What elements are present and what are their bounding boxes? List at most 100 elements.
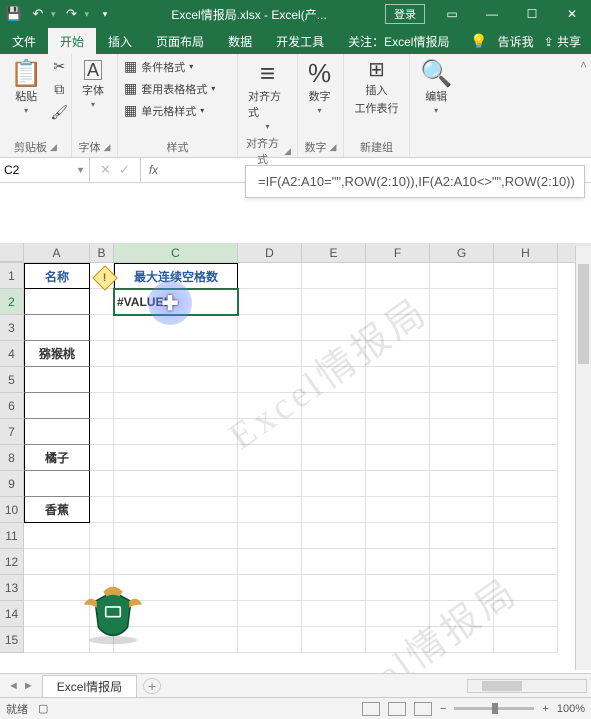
- row-header[interactable]: 1: [0, 263, 24, 289]
- cell-E9[interactable]: [302, 471, 366, 497]
- cell-A3[interactable]: [24, 315, 90, 341]
- sheet-tab[interactable]: Excel情报局: [42, 675, 137, 697]
- row-header[interactable]: 4: [0, 341, 24, 367]
- cell-G8[interactable]: [430, 445, 494, 471]
- cell-A8[interactable]: 橘子: [24, 445, 90, 471]
- col-header[interactable]: H: [494, 243, 558, 262]
- cell-G2[interactable]: [430, 289, 494, 315]
- tab-data[interactable]: 数据: [216, 28, 264, 54]
- cell-D11[interactable]: [238, 523, 302, 549]
- login-button[interactable]: 登录: [385, 4, 425, 24]
- cell-D12[interactable]: [238, 549, 302, 575]
- cell-D3[interactable]: [238, 315, 302, 341]
- cell-E14[interactable]: [302, 601, 366, 627]
- col-header[interactable]: D: [238, 243, 302, 262]
- tab-custom[interactable]: 关注：Excel情报局: [336, 28, 461, 54]
- cell-G1[interactable]: [430, 263, 494, 289]
- cell-B9[interactable]: [90, 471, 114, 497]
- cell-B4[interactable]: [90, 341, 114, 367]
- row-header[interactable]: 11: [0, 523, 24, 549]
- cell-E10[interactable]: [302, 497, 366, 523]
- number-button[interactable]: % 数字 ▾: [304, 58, 335, 117]
- cell-style-button[interactable]: ▦单元格样式 ▾: [124, 102, 204, 119]
- normal-view-icon[interactable]: [362, 702, 380, 716]
- cell-F7[interactable]: [366, 419, 430, 445]
- cell-G15[interactable]: [430, 627, 494, 653]
- cell-D2[interactable]: [238, 289, 302, 315]
- ribbon-options-icon[interactable]: ▭: [433, 0, 471, 28]
- cell-H5[interactable]: [494, 367, 558, 393]
- col-header[interactable]: G: [430, 243, 494, 262]
- cell-B10[interactable]: [90, 497, 114, 523]
- cell-A7[interactable]: [24, 419, 90, 445]
- cut-icon[interactable]: ✂: [53, 58, 65, 75]
- row-header[interactable]: 14: [0, 601, 24, 627]
- cell-H2[interactable]: [494, 289, 558, 315]
- cell-E11[interactable]: [302, 523, 366, 549]
- cell-A11[interactable]: [24, 523, 90, 549]
- cell-F13[interactable]: [366, 575, 430, 601]
- col-header[interactable]: A: [24, 243, 90, 262]
- cell-G10[interactable]: [430, 497, 494, 523]
- share-button[interactable]: ⇪ 共享: [544, 33, 581, 50]
- horizontal-scrollbar[interactable]: [467, 679, 587, 693]
- cell-A10[interactable]: 香蕉: [24, 497, 90, 523]
- cell-G7[interactable]: [430, 419, 494, 445]
- sheet-nav-prev-icon[interactable]: ◄: [8, 680, 19, 692]
- cell-C7[interactable]: [114, 419, 238, 445]
- cell-F1[interactable]: [366, 263, 430, 289]
- row-header[interactable]: 5: [0, 367, 24, 393]
- name-box-input[interactable]: [4, 163, 64, 177]
- conditional-format-button[interactable]: ▦条件格式 ▾: [124, 58, 193, 75]
- cell-F2[interactable]: [366, 289, 430, 315]
- cell-H11[interactable]: [494, 523, 558, 549]
- cell-F4[interactable]: [366, 341, 430, 367]
- qat-more-icon[interactable]: ▾: [97, 6, 113, 22]
- undo-icon[interactable]: ↶: [30, 6, 46, 22]
- cell-D8[interactable]: [238, 445, 302, 471]
- cancel-formula-icon[interactable]: ✕: [100, 162, 111, 178]
- dialog-launcher-icon[interactable]: ◢: [330, 142, 337, 153]
- cell-E12[interactable]: [302, 549, 366, 575]
- cell-E5[interactable]: [302, 367, 366, 393]
- cell-G5[interactable]: [430, 367, 494, 393]
- cell-F11[interactable]: [366, 523, 430, 549]
- cell-G11[interactable]: [430, 523, 494, 549]
- cell-E8[interactable]: [302, 445, 366, 471]
- cell-C5[interactable]: [114, 367, 238, 393]
- row-header[interactable]: 6: [0, 393, 24, 419]
- name-box[interactable]: ▼: [0, 158, 90, 182]
- dialog-launcher-icon[interactable]: ◢: [284, 146, 291, 157]
- cell-E1[interactable]: [302, 263, 366, 289]
- cell-H4[interactable]: [494, 341, 558, 367]
- row-header[interactable]: 12: [0, 549, 24, 575]
- row-header[interactable]: 2: [0, 289, 24, 315]
- cell-A1[interactable]: 名称: [24, 263, 90, 289]
- cell-G12[interactable]: [430, 549, 494, 575]
- cell-H12[interactable]: [494, 549, 558, 575]
- col-header[interactable]: F: [366, 243, 430, 262]
- cell-G4[interactable]: [430, 341, 494, 367]
- align-button[interactable]: ≡ 对齐方式 ▾: [244, 58, 291, 133]
- cell-E15[interactable]: [302, 627, 366, 653]
- edit-button[interactable]: 🔍 编辑 ▾: [416, 58, 456, 117]
- cell-H8[interactable]: [494, 445, 558, 471]
- row-header[interactable]: 13: [0, 575, 24, 601]
- cell-A9[interactable]: [24, 471, 90, 497]
- row-header[interactable]: 9: [0, 471, 24, 497]
- cell-D9[interactable]: [238, 471, 302, 497]
- sheet-nav-next-icon[interactable]: ►: [23, 680, 34, 692]
- cell-D4[interactable]: [238, 341, 302, 367]
- select-all-corner[interactable]: [0, 243, 24, 262]
- macro-record-icon[interactable]: ▢: [38, 702, 48, 715]
- accept-formula-icon[interactable]: ✓: [119, 162, 130, 178]
- cell-A4[interactable]: 猕猴桃: [24, 341, 90, 367]
- vertical-scrollbar[interactable]: [575, 246, 591, 670]
- worksheet-grid[interactable]: Excel情报局 Excel情报局 A B C D E F G H 1名称最大连…: [0, 243, 591, 673]
- cell-A6[interactable]: [24, 393, 90, 419]
- cell-D5[interactable]: [238, 367, 302, 393]
- cell-E2[interactable]: [302, 289, 366, 315]
- cell-C10[interactable]: [114, 497, 238, 523]
- cell-B2[interactable]: [90, 289, 114, 315]
- cell-D6[interactable]: [238, 393, 302, 419]
